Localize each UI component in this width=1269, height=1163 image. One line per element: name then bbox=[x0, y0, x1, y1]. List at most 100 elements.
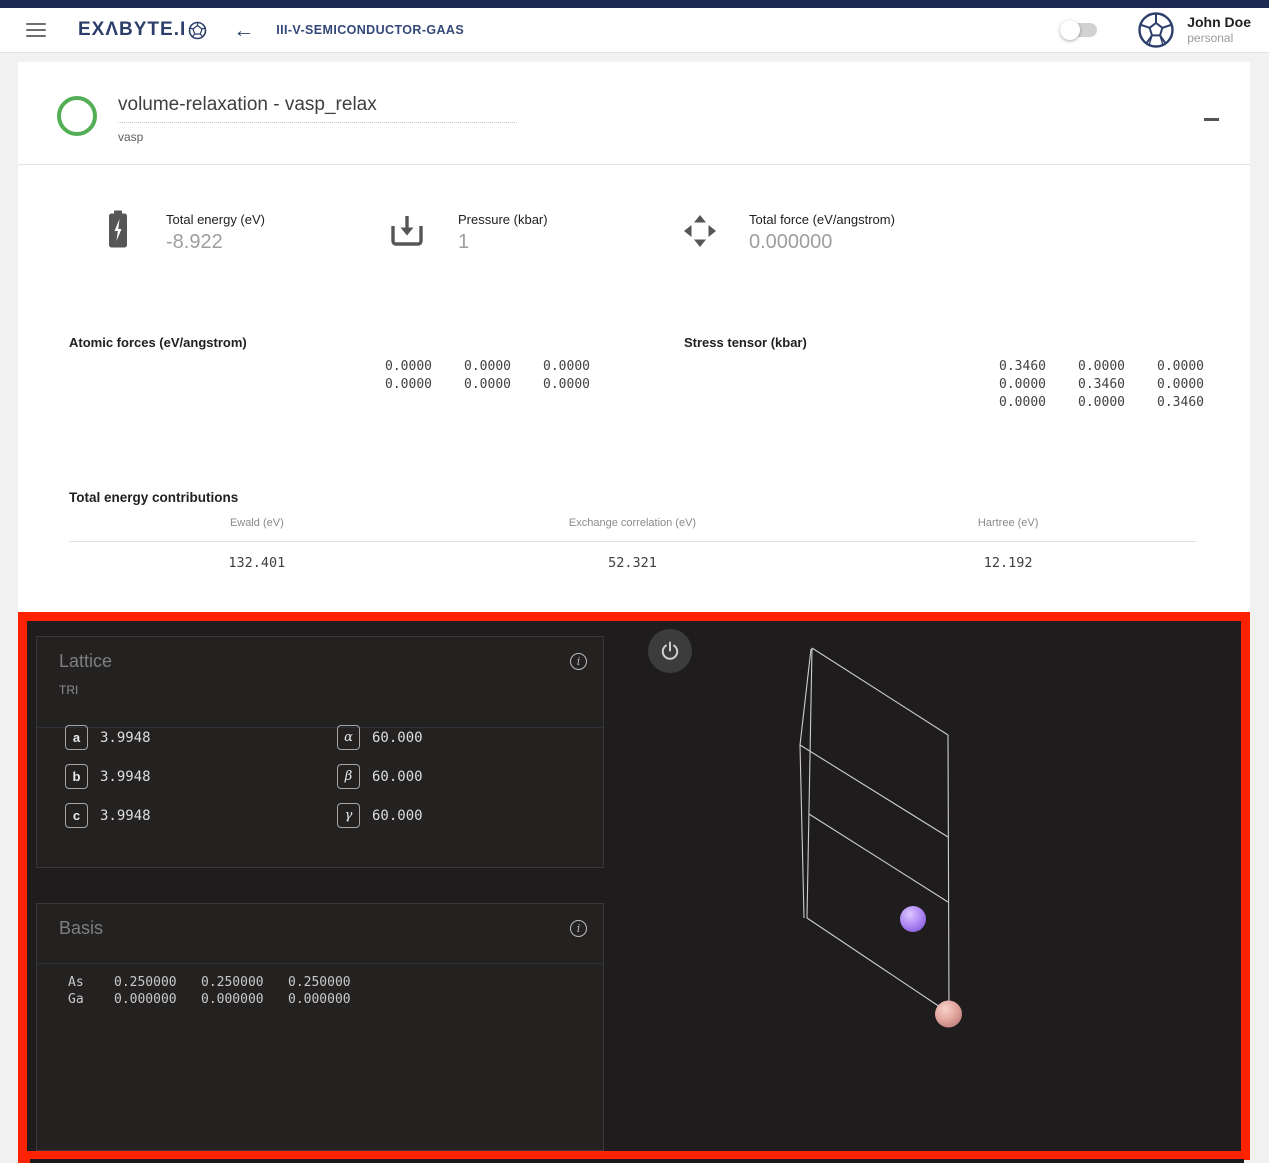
matrix-cell: 0.0000 bbox=[1046, 394, 1125, 412]
divider bbox=[18, 164, 1250, 165]
job-title[interactable]: volume-relaxation - vasp_relax bbox=[118, 94, 517, 123]
column-header: Exchange correlation (eV) bbox=[445, 517, 821, 529]
element-symbol: Ga bbox=[68, 991, 114, 1008]
breadcrumb: III-V-SEMICONDUCTOR-GAAS bbox=[276, 23, 464, 37]
param-key: γ bbox=[337, 803, 360, 828]
logo-globe-icon bbox=[188, 21, 207, 40]
matrix-cell: 0.0000 bbox=[1046, 358, 1125, 376]
coord-z: 0.000000 bbox=[288, 991, 375, 1008]
viewer-power-button[interactable] bbox=[648, 629, 692, 673]
theme-toggle[interactable] bbox=[1063, 23, 1097, 37]
matrix-cell: 0.0000 bbox=[353, 376, 432, 394]
atomic-forces-label: Atomic forces (eV/angstrom) bbox=[69, 335, 247, 350]
metric-label: Total force (eV/angstrom) bbox=[749, 212, 895, 227]
metric-total-force: Total force (eV/angstrom) 0.000000 bbox=[749, 212, 895, 254]
basis-atom-row: Ga 0.000000 0.000000 0.000000 bbox=[68, 991, 375, 1008]
param-key: a bbox=[65, 725, 88, 750]
coord-z: 0.250000 bbox=[288, 974, 375, 991]
lattice-type: TRI bbox=[59, 683, 78, 697]
param-value: 3.9948 bbox=[100, 769, 151, 785]
collapse-button[interactable] bbox=[1204, 118, 1219, 121]
coord-y: 0.000000 bbox=[201, 991, 288, 1008]
lattice-param-alpha: α 60.000 bbox=[337, 725, 423, 750]
battery-icon bbox=[107, 210, 129, 248]
download-icon bbox=[389, 214, 425, 248]
highlight-border-stub bbox=[18, 1159, 30, 1163]
param-key: b bbox=[65, 764, 88, 789]
matrix-cell: 0.0000 bbox=[511, 358, 590, 376]
user-role: personal bbox=[1187, 31, 1251, 46]
divider bbox=[37, 963, 603, 964]
power-icon bbox=[659, 640, 681, 662]
back-button[interactable]: ← bbox=[233, 20, 254, 41]
exabyte-logo[interactable]: EXΛBYTE.I bbox=[78, 19, 207, 41]
toggle-knob[interactable] bbox=[1060, 20, 1080, 40]
metric-total-energy: Total energy (eV) -8.922 bbox=[166, 212, 265, 254]
param-value: 60.000 bbox=[372, 769, 423, 785]
top-accent-strip bbox=[0, 0, 1269, 8]
lattice-param-beta: β 60.000 bbox=[337, 764, 423, 789]
coord-x: 0.000000 bbox=[114, 991, 201, 1008]
matrix-cell: 0.0000 bbox=[511, 376, 590, 394]
user-menu[interactable]: John Doe personal bbox=[1137, 11, 1251, 49]
param-key: β bbox=[337, 764, 360, 789]
info-icon[interactable]: i bbox=[570, 653, 587, 670]
energy-contributions-title: Total energy contributions bbox=[69, 490, 238, 505]
atom-ga-sphere[interactable] bbox=[935, 1001, 962, 1028]
app-bar: EXΛBYTE.I ← III-V-SEMICONDUCTOR-GAAS Joh… bbox=[0, 8, 1269, 53]
table-cell: 12.192 bbox=[820, 555, 1196, 571]
matrix-cell: 0.3460 bbox=[1125, 394, 1204, 412]
crystal-3d-viewport[interactable] bbox=[770, 625, 1010, 1060]
lattice-param-gamma: γ 60.000 bbox=[337, 803, 423, 828]
job-results-card: volume-relaxation - vasp_relax vasp Tota… bbox=[18, 62, 1250, 612]
viewer-bottom-edge bbox=[30, 1159, 1244, 1163]
matrix-cell: 0.0000 bbox=[1125, 358, 1204, 376]
user-name: John Doe bbox=[1187, 14, 1251, 32]
coord-y: 0.250000 bbox=[201, 974, 288, 991]
menu-icon[interactable] bbox=[26, 23, 46, 37]
matrix-cell: 0.0000 bbox=[432, 376, 511, 394]
job-subtitle: vasp bbox=[118, 130, 143, 144]
logo-text: EXΛBYTE.I bbox=[78, 19, 186, 41]
metric-label: Pressure (kbar) bbox=[458, 212, 548, 227]
lattice-param-a: a 3.9948 bbox=[65, 725, 151, 750]
metric-pressure: Pressure (kbar) 1 bbox=[458, 212, 548, 254]
stress-tensor-label: Stress tensor (kbar) bbox=[684, 335, 807, 350]
unit-cell-wireframe bbox=[800, 648, 949, 1013]
param-value: 3.9948 bbox=[100, 808, 151, 824]
info-icon[interactable]: i bbox=[570, 920, 587, 937]
table-cell: 132.401 bbox=[69, 555, 445, 571]
avatar-icon[interactable] bbox=[1137, 11, 1175, 49]
materials-viewer-section: Lattice i TRI a 3.9948 b 3.9948 c 3.9948… bbox=[18, 612, 1250, 1160]
basis-panel: Basis i As 0.250000 0.250000 0.250000 Ga… bbox=[36, 903, 604, 1151]
basis-panel-title: Basis bbox=[59, 918, 103, 939]
divider bbox=[69, 541, 1196, 542]
param-key: α bbox=[337, 725, 360, 750]
param-value: 60.000 bbox=[372, 730, 423, 746]
column-header: Ewald (eV) bbox=[69, 517, 445, 529]
matrix-cell: 0.0000 bbox=[967, 376, 1046, 394]
move-icon bbox=[682, 213, 718, 249]
lattice-panel-title: Lattice bbox=[59, 651, 112, 672]
matrix-cell: 0.0000 bbox=[1125, 376, 1204, 394]
basis-atom-row: As 0.250000 0.250000 0.250000 bbox=[68, 974, 375, 991]
lattice-param-c: c 3.9948 bbox=[65, 803, 151, 828]
matrix-cell: 0.3460 bbox=[1046, 376, 1125, 394]
param-value: 60.000 bbox=[372, 808, 423, 824]
job-status-icon bbox=[57, 96, 97, 136]
lattice-panel: Lattice i TRI a 3.9948 b 3.9948 c 3.9948… bbox=[36, 636, 604, 868]
lattice-param-b: b 3.9948 bbox=[65, 764, 151, 789]
metric-value: -8.922 bbox=[166, 231, 265, 254]
matrix-cell: 0.3460 bbox=[967, 358, 1046, 376]
param-key: c bbox=[65, 803, 88, 828]
matrix-cell: 0.0000 bbox=[353, 358, 432, 376]
stress-tensor-matrix: 0.3460 0.0000 0.0000 0.0000 0.3460 0.000… bbox=[967, 358, 1204, 412]
atom-as-sphere[interactable] bbox=[900, 906, 926, 932]
table-cell: 52.321 bbox=[445, 555, 821, 571]
matrix-cell: 0.0000 bbox=[967, 394, 1046, 412]
table-value-row: 132.401 52.321 12.192 bbox=[69, 555, 1196, 571]
metric-value: 0.000000 bbox=[749, 231, 895, 254]
metric-label: Total energy (eV) bbox=[166, 212, 265, 227]
matrix-cell: 0.0000 bbox=[432, 358, 511, 376]
energy-contributions-table: Ewald (eV) Exchange correlation (eV) Har… bbox=[69, 517, 1196, 571]
